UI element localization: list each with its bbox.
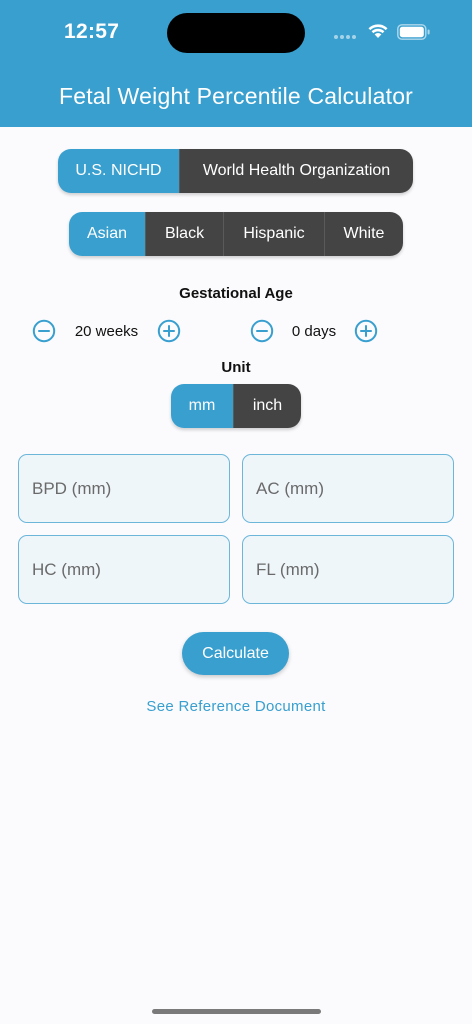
fl-input[interactable] xyxy=(243,536,453,603)
days-value: 0 days xyxy=(291,322,337,340)
weeks-stepper: 20 weeks xyxy=(32,319,181,343)
gestational-age-label: Gestational Age xyxy=(179,285,293,302)
days-increment-icon[interactable] xyxy=(354,319,378,343)
option-who[interactable]: World Health Organization xyxy=(180,149,413,193)
ethnicity-selector: Asian Black Hispanic White xyxy=(69,212,403,256)
unit-selector: mm inch xyxy=(171,384,301,428)
calculate-button[interactable]: Calculate xyxy=(182,632,289,675)
days-stepper: 0 days xyxy=(250,319,378,343)
option-hispanic[interactable]: Hispanic xyxy=(224,212,325,256)
days-decrement-icon[interactable] xyxy=(250,319,274,343)
app-title: Fetal Weight Percentile Calculator xyxy=(58,83,414,109)
weeks-decrement-icon[interactable] xyxy=(32,319,56,343)
weeks-increment-icon[interactable] xyxy=(157,319,181,343)
fl-field xyxy=(242,535,454,604)
signal-dots-icon xyxy=(334,35,356,39)
ac-field xyxy=(242,454,454,523)
option-us-nichd[interactable]: U.S. NICHD xyxy=(58,149,180,193)
home-indicator xyxy=(152,1009,321,1014)
unit-label: Unit xyxy=(221,359,251,376)
hc-field xyxy=(18,535,230,604)
bpd-field xyxy=(18,454,230,523)
weeks-value: 20 weeks xyxy=(74,322,139,340)
bpd-input[interactable] xyxy=(19,455,229,522)
option-mm[interactable]: mm xyxy=(171,384,234,428)
hc-input[interactable] xyxy=(19,536,229,603)
ac-input[interactable] xyxy=(243,455,453,522)
option-inch[interactable]: inch xyxy=(234,384,301,428)
status-time: 12:57 xyxy=(64,20,120,43)
battery-icon xyxy=(397,24,430,40)
dynamic-island xyxy=(167,13,305,53)
wifi-icon xyxy=(368,24,388,38)
reference-document-link[interactable]: See Reference Document xyxy=(0,698,472,715)
option-asian[interactable]: Asian xyxy=(69,212,146,256)
option-white[interactable]: White xyxy=(325,212,403,256)
option-black[interactable]: Black xyxy=(146,212,224,256)
standard-selector: U.S. NICHD World Health Organization xyxy=(58,149,413,193)
app-header: 12:57 Fetal Weight Percentile Calculator xyxy=(0,0,472,127)
